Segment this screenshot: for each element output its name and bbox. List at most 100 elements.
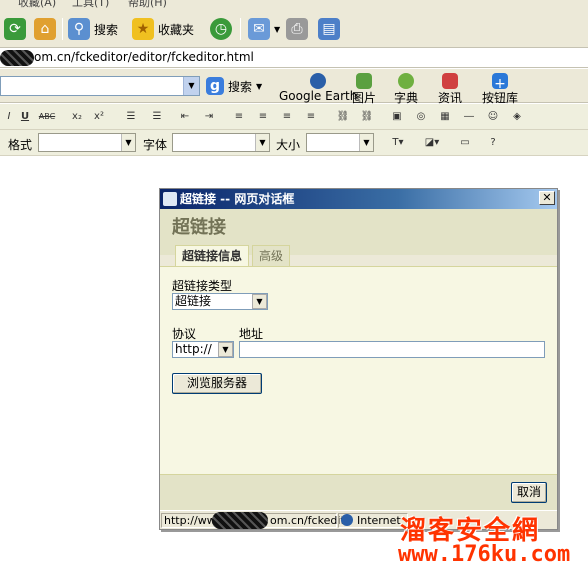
google-earth-button[interactable]: Google Earth [279, 73, 357, 103]
indent-icon[interactable]: ⇥ [200, 108, 218, 126]
chevron-down-icon: ▼ [252, 294, 267, 309]
browser-toolbar: ⟳ ⌂ ⚲ 搜索 ★ 收藏夹 ◷ ✉ ▼ ⎙ ▤ [0, 8, 588, 48]
image-icon[interactable]: ▣ [388, 108, 406, 126]
home-button[interactable]: ⌂ [34, 16, 56, 42]
address-bar[interactable]: om.cn/fckeditor/editor/fckeditor.html [0, 48, 588, 68]
format-label: 格式 [8, 138, 33, 152]
favorites-label: 收藏夹 [158, 22, 195, 37]
close-icon[interactable]: ✕ [539, 191, 555, 205]
history-icon: ◷ [210, 18, 232, 40]
button-gallery-button[interactable]: + 按钮库 [482, 73, 518, 106]
smiley-icon[interactable]: ☺ [484, 108, 502, 126]
dialog-titlebar[interactable]: 超链接 -- 网页对话框 ✕ [160, 189, 557, 209]
favorites-button[interactable]: ★ 收藏夹 [132, 16, 194, 42]
bulleted-list-icon[interactable]: ☰ [148, 108, 166, 126]
history-button[interactable]: ◷ [210, 16, 232, 42]
numbered-list-icon[interactable]: ☰ [122, 108, 140, 126]
google-earth-label: Google Earth [279, 89, 358, 103]
cancel-button[interactable]: 取消 [511, 482, 547, 503]
dialog-icon [163, 192, 177, 206]
special-char-icon[interactable]: ◈ [508, 108, 526, 126]
dialog-footer: 取消 [160, 474, 557, 510]
dictionary-button[interactable]: 字典 [394, 73, 418, 106]
google-search-label: 搜索 [228, 79, 253, 94]
google-icon: g [206, 77, 224, 95]
print-button[interactable]: ⎙ [286, 16, 308, 42]
google-search-button[interactable]: g 搜索 ▼ [206, 73, 262, 99]
about-icon[interactable]: ? [484, 134, 502, 152]
protocol-label: 协议 [172, 327, 197, 341]
strikethrough-icon[interactable]: ABC [38, 108, 56, 126]
star-icon: ★ [132, 18, 154, 40]
underline-icon[interactable]: U [16, 108, 34, 126]
toolbar-separator [62, 18, 63, 40]
print-icon: ⎙ [286, 18, 308, 40]
link-icon[interactable]: ⛓ [334, 108, 352, 126]
news-button[interactable]: 资讯 [438, 73, 462, 106]
google-toolbar: ▼ g 搜索 ▼ Google Earth 图片 字典 资讯 + 按钮库 [0, 69, 588, 106]
redaction-scribble [212, 512, 268, 529]
menu-help[interactable]: 帮助(H) [128, 0, 167, 8]
search-button[interactable]: ⚲ 搜索 [68, 16, 118, 42]
edit-button[interactable]: ▤ [318, 16, 340, 42]
menu-favorites[interactable]: 收藏(A) [18, 0, 56, 8]
link-type-label: 超链接类型 [172, 279, 233, 293]
refresh-button[interactable]: ⟳ [4, 16, 26, 42]
mail-icon: ✉ [248, 18, 270, 40]
align-left-icon[interactable]: ≡ [230, 108, 248, 126]
unlink-icon[interactable]: ⛓ [358, 108, 376, 126]
dialog-title: 超链接 -- 网页对话框 [180, 192, 295, 206]
font-label: 字体 [143, 138, 168, 152]
superscript-icon[interactable]: x² [90, 108, 108, 126]
menubar: 收藏(A) 工具(T) 帮助(H) [0, 0, 588, 8]
outdent-icon[interactable]: ⇤ [176, 108, 194, 126]
dialog-body: 超链接类型 超链接 ▼ 协议 地址 http:// ▼ 浏览服务器 [160, 266, 557, 474]
background-color-icon[interactable]: ◪▾ [418, 134, 446, 152]
address-url: om.cn/fckeditor/editor/fckeditor.html [34, 50, 254, 64]
align-center-icon[interactable]: ≡ [254, 108, 272, 126]
link-type-select[interactable]: 超链接 ▼ [172, 293, 268, 310]
subscript-icon[interactable]: x₂ [68, 108, 86, 126]
show-blocks-icon[interactable]: ▭ [456, 134, 474, 152]
chevron-down-icon: ▼ [274, 24, 281, 34]
chevron-down-icon: ▼ [121, 134, 135, 151]
justify-icon[interactable]: ≡ [302, 108, 320, 126]
align-right-icon[interactable]: ≡ [278, 108, 296, 126]
chevron-down-icon: ▼ [255, 134, 269, 151]
format-select[interactable]: ▼ [38, 133, 136, 152]
address-label: 地址 [239, 327, 264, 341]
browse-server-button[interactable]: 浏览服务器 [172, 373, 262, 394]
chevron-down-icon: ▼ [359, 134, 373, 151]
table-icon[interactable]: ▦ [436, 108, 454, 126]
link-type-value: 超链接 [175, 294, 212, 308]
refresh-icon: ⟳ [4, 18, 26, 40]
home-icon: ⌂ [34, 18, 56, 40]
address-input[interactable] [239, 341, 545, 358]
text-color-icon[interactable]: T▾ [384, 134, 412, 152]
flash-icon[interactable]: ◎ [412, 108, 430, 126]
chevron-down-icon: ▼ [183, 77, 199, 95]
images-button[interactable]: 图片 [352, 73, 376, 106]
size-label: 大小 [276, 138, 301, 152]
globe-icon [341, 514, 353, 526]
protocol-select[interactable]: http:// ▼ [172, 341, 234, 358]
tab-link-info[interactable]: 超链接信息 [175, 245, 250, 267]
size-select[interactable]: ▼ [306, 133, 374, 152]
redaction-scribble [0, 50, 34, 66]
menu-tools[interactable]: 工具(T) [72, 0, 109, 8]
horizontal-rule-icon[interactable]: ― [460, 108, 478, 126]
status-url-end: om.cn/fckedit [270, 514, 345, 527]
google-search-input[interactable]: ▼ [0, 76, 200, 96]
font-select[interactable]: ▼ [172, 133, 270, 152]
globe-icon [310, 73, 327, 89]
dictionary-icon [398, 73, 414, 89]
chevron-down-icon: ▼ [218, 342, 233, 357]
plus-icon: + [492, 73, 508, 92]
mail-button[interactable]: ✉ ▼ [248, 16, 280, 42]
search-label: 搜索 [94, 22, 119, 37]
edit-icon: ▤ [318, 18, 340, 40]
chevron-down-icon: ▼ [256, 81, 263, 91]
watermark-url: www.176ku.com [398, 542, 571, 567]
image-icon [356, 73, 372, 89]
tab-advanced[interactable]: 高级 [252, 245, 291, 266]
